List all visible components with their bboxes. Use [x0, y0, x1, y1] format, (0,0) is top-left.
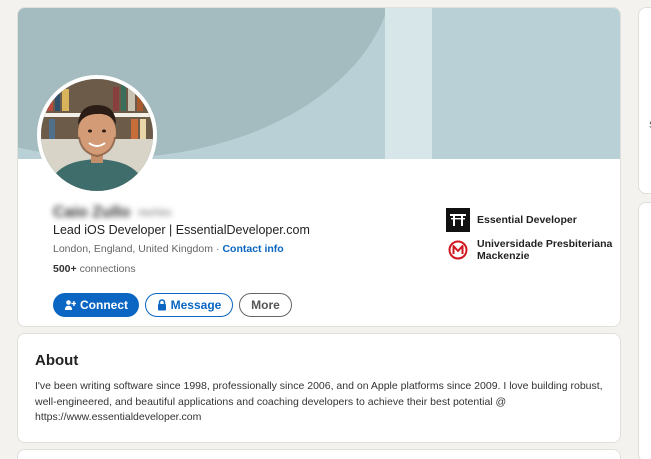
more-button[interactable]: More [239, 293, 292, 317]
connections-row[interactable]: 500+ connections [53, 263, 136, 275]
org-essential-developer[interactable]: Essential Developer [446, 208, 577, 232]
contact-info-link[interactable]: Contact info [222, 243, 283, 255]
profile-location: London, England, United Kingdom [53, 243, 213, 255]
essential-developer-logo-icon [446, 208, 470, 232]
mackenzie-logo-icon [446, 238, 470, 262]
profile-name-blurred: Caio Zullo He/Him [53, 204, 172, 222]
location-row: London, England, United Kingdom · Contact … [53, 243, 284, 255]
org-name: Universidade Presbiteriana Mackenzie [477, 238, 613, 262]
connections-label: connections [79, 263, 136, 275]
profile-card: Caio Zullo He/Him Lead iOS Developer | E… [17, 7, 621, 327]
about-text: I've been writing software since 1998, p… [35, 380, 603, 423]
lock-icon [157, 299, 166, 311]
profile-pronouns: He/Him [138, 207, 172, 219]
org-name: Essential Developer [477, 214, 577, 226]
profile-photo[interactable] [37, 75, 157, 195]
avatar-image [41, 79, 153, 191]
connections-count: 500+ [53, 263, 77, 275]
separator-dot: · [215, 243, 220, 255]
right-rail-card-secondary [638, 202, 651, 459]
right-rail-card: S [638, 7, 651, 194]
message-button[interactable]: Message [145, 293, 233, 317]
add-person-icon [64, 300, 76, 310]
profile-name: Caio Zullo [53, 204, 131, 221]
next-section-card [17, 449, 621, 459]
profile-headline: Lead iOS Developer | EssentialDeveloper.… [53, 223, 310, 237]
message-button-label: Message [170, 298, 222, 312]
about-section: About I've been writing software since 1… [17, 333, 621, 443]
about-title: About [35, 352, 79, 369]
banner-stripe-shape [385, 8, 432, 159]
org-mackenzie[interactable]: Universidade Presbiteriana Mackenzie [446, 238, 617, 262]
more-button-label: More [251, 298, 280, 312]
connect-button-label: Connect [80, 298, 128, 312]
connect-button[interactable]: Connect [53, 293, 139, 317]
